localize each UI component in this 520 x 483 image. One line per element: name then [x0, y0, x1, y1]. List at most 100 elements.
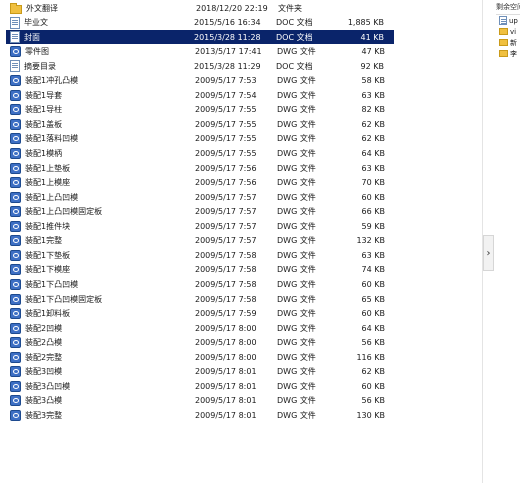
- file-size: 70 KB: [361, 178, 385, 188]
- file-row[interactable]: 装配1落料凹模 2009/5/17 7:55 DWG 文件 62 KB: [6, 132, 394, 146]
- file-name: 毕业文: [24, 18, 48, 28]
- file-name: 外文翻译: [26, 3, 58, 13]
- file-size: 62 KB: [361, 134, 385, 144]
- file-size: 63 KB: [361, 90, 385, 100]
- side-panel-item[interactable]: up: [499, 15, 520, 26]
- file-size: 116 KB: [356, 352, 385, 362]
- folder-icon: [499, 50, 508, 57]
- folder-icon: [10, 2, 22, 14]
- file-size: 130 KB: [356, 410, 385, 420]
- file-row[interactable]: 外文翻译 2018/12/20 22:19 文件夹: [6, 1, 394, 15]
- file-row[interactable]: 装配1上垫板 2009/5/17 7:56 DWG 文件 63 KB: [6, 161, 394, 175]
- dwg-file-icon: [10, 380, 21, 392]
- file-type: DWG 文件: [277, 105, 316, 115]
- file-date: 2009/5/17 7:59: [195, 309, 257, 319]
- file-name: 装配1导套: [25, 90, 63, 100]
- file-size: 132 KB: [356, 236, 385, 246]
- file-row[interactable]: 装配3凸凹模 2009/5/17 8:01 DWG 文件 60 KB: [6, 379, 394, 393]
- file-icon: [499, 16, 507, 25]
- dwg-file-icon: [10, 337, 21, 349]
- file-row[interactable]: 装配1卸料板 2009/5/17 7:59 DWG 文件 60 KB: [6, 307, 394, 321]
- file-size: 60 KB: [361, 192, 385, 202]
- file-size: 74 KB: [361, 265, 385, 275]
- file-row[interactable]: 装配1盖板 2009/5/17 7:55 DWG 文件 62 KB: [6, 117, 394, 131]
- file-row[interactable]: 装配1下凸凹模 2009/5/17 7:58 DWG 文件 60 KB: [6, 277, 394, 291]
- file-row[interactable]: 装配1下模座 2009/5/17 7:58 DWG 文件 74 KB: [6, 263, 394, 277]
- file-row[interactable]: 装配3凸模 2009/5/17 8:01 DWG 文件 56 KB: [6, 394, 394, 408]
- file-name: 装配2凸模: [25, 338, 63, 348]
- file-type: DWG 文件: [277, 309, 316, 319]
- dwg-file-icon: [10, 409, 21, 421]
- file-type: DWG 文件: [277, 367, 316, 377]
- file-row[interactable]: 装配1上凸凹模固定板 2009/5/17 7:57 DWG 文件 66 KB: [6, 205, 394, 219]
- expand-panel-button[interactable]: ›: [483, 235, 494, 271]
- file-name: 装配3凹模: [25, 367, 63, 377]
- file-row[interactable]: 装配1模柄 2009/5/17 7:55 DWG 文件 64 KB: [6, 147, 394, 161]
- file-row[interactable]: 装配1导柱 2009/5/17 7:55 DWG 文件 82 KB: [6, 103, 394, 117]
- file-size: 66 KB: [361, 207, 385, 217]
- side-panel-item[interactable]: vi: [499, 26, 520, 37]
- file-row[interactable]: 装配1下垫板 2009/5/17 7:58 DWG 文件 63 KB: [6, 248, 394, 262]
- file-row[interactable]: 装配2凸模 2009/5/17 8:00 DWG 文件 56 KB: [6, 336, 394, 350]
- dwg-file-icon: [10, 395, 21, 407]
- file-name: 装配1下垫板: [25, 250, 71, 260]
- file-row[interactable]: 封面 2015/3/28 11:28 DOC 文档 41 KB: [6, 30, 394, 45]
- dwg-file-icon: [10, 177, 21, 189]
- side-panel-item[interactable]: 李: [499, 48, 520, 59]
- file-date: 2009/5/17 7:55: [195, 119, 257, 129]
- file-name: 装配1推件块: [25, 221, 71, 231]
- file-date: 2015/5/16 16:34: [194, 18, 261, 28]
- file-row[interactable]: 装配1冲孔凸模 2009/5/17 7:53 DWG 文件 58 KB: [6, 74, 394, 88]
- file-date: 2013/5/17 17:41: [195, 47, 262, 57]
- file-size: 56 KB: [361, 338, 385, 348]
- file-type: DWG 文件: [277, 119, 316, 129]
- dwg-file-icon: [10, 118, 21, 130]
- file-size: 1,885 KB: [347, 18, 384, 28]
- file-name: 装配1落料凹模: [25, 134, 79, 144]
- file-name: 装配1上凸凹模: [25, 192, 79, 202]
- side-panel-item[interactable]: 新: [499, 37, 520, 48]
- file-date: 2009/5/17 7:55: [195, 149, 257, 158]
- dwg-file-icon: [10, 89, 21, 101]
- file-row[interactable]: 装配3凹模 2009/5/17 8:01 DWG 文件 62 KB: [6, 365, 394, 379]
- file-type: DWG 文件: [277, 265, 316, 275]
- file-name: 装配1下凸凹模: [25, 279, 79, 289]
- file-name: 装配3凸凹模: [25, 381, 71, 391]
- file-row[interactable]: 装配1完整 2009/5/17 7:57 DWG 文件 132 KB: [6, 234, 394, 248]
- file-size: 82 KB: [361, 105, 385, 115]
- file-row[interactable]: 装配1下凸凹模固定板 2009/5/17 7:58 DWG 文件 65 KB: [6, 292, 394, 306]
- file-row[interactable]: 装配1导套 2009/5/17 7:54 DWG 文件 63 KB: [6, 88, 394, 102]
- file-date: 2009/5/17 7:57: [195, 192, 257, 202]
- file-name: 装配1盖板: [25, 119, 63, 129]
- folder-icon: [499, 28, 508, 35]
- file-row[interactable]: 装配2凹模 2009/5/17 8:00 DWG 文件 64 KB: [6, 321, 394, 335]
- side-panel: 剩余空间 up vi 新 李: [496, 0, 520, 483]
- dwg-file-icon: [10, 249, 21, 261]
- file-row[interactable]: 装配2完整 2009/5/17 8:00 DWG 文件 116 KB: [6, 350, 394, 364]
- file-date: 2009/5/17 8:00: [195, 352, 257, 362]
- dwg-file-icon: [10, 278, 21, 290]
- file-name: 装配3凸模: [25, 396, 63, 406]
- file-row[interactable]: 装配3完整 2009/5/17 8:01 DWG 文件 130 KB: [6, 408, 394, 422]
- dwg-file-icon: [10, 322, 21, 334]
- file-row[interactable]: 零件图 2013/5/17 17:41 DWG 文件 47 KB: [6, 45, 394, 59]
- file-row[interactable]: 毕业文 2015/5/16 16:34 DOC 文档 1,885 KB: [6, 16, 394, 30]
- dwg-file-icon: [10, 351, 21, 363]
- file-type: DWG 文件: [277, 338, 316, 348]
- file-row[interactable]: 摘要目录 2015/3/28 11:29 DOC 文档 92 KB: [6, 59, 394, 73]
- file-date: 2015/3/28 11:28: [194, 32, 261, 42]
- file-type: DWG 文件: [277, 207, 316, 217]
- file-date: 2018/12/20 22:19: [196, 3, 268, 13]
- file-size: 60 KB: [361, 381, 385, 391]
- file-row[interactable]: 装配1推件块 2009/5/17 7:57 DWG 文件 59 KB: [6, 219, 394, 233]
- file-name: 装配1上垫板: [25, 163, 71, 173]
- file-type: DOC 文档: [276, 32, 313, 42]
- file-row[interactable]: 装配1上凸凹模 2009/5/17 7:57 DWG 文件 60 KB: [6, 190, 394, 204]
- file-row[interactable]: 装配1上模座 2009/5/17 7:56 DWG 文件 70 KB: [6, 176, 394, 190]
- dwg-file-icon: [10, 191, 21, 203]
- file-date: 2009/5/17 7:55: [195, 134, 257, 144]
- dwg-file-icon: [10, 75, 21, 87]
- dwg-file-icon: [10, 293, 21, 305]
- file-size: 47 KB: [361, 47, 385, 57]
- file-name: 封面: [24, 32, 40, 42]
